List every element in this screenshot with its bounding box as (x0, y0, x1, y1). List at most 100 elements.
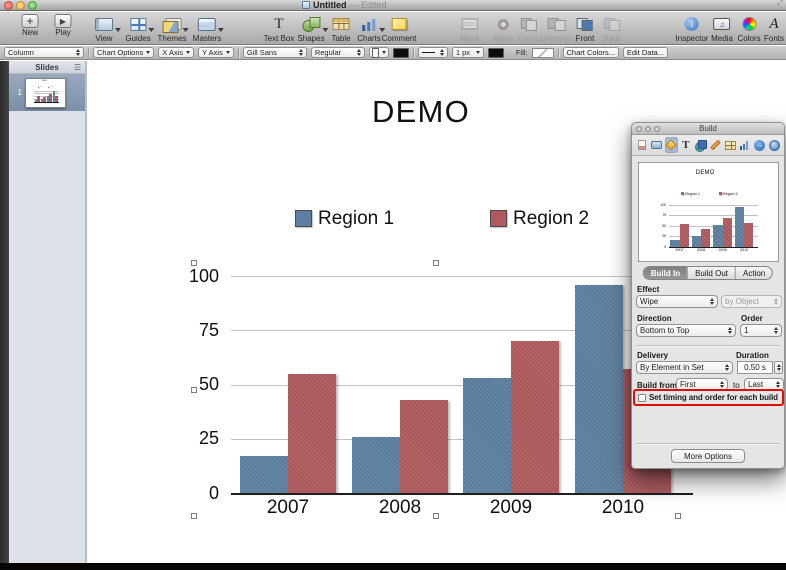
chart-type-popup[interactable]: Column (4, 47, 84, 58)
duration-stepper[interactable] (774, 361, 783, 374)
media-icon (713, 18, 730, 30)
text-color-well[interactable] (369, 47, 389, 58)
fonts-button[interactable]: Fonts (764, 14, 784, 43)
font-style-popup[interactable]: Regular (311, 47, 365, 58)
metrics-inspector-icon[interactable] (709, 137, 722, 153)
y-tick-label: 75 (173, 320, 219, 341)
chart-bar (692, 236, 701, 247)
masters-button[interactable]: Masters (193, 14, 221, 43)
document-inspector-icon[interactable] (635, 137, 648, 153)
table-inspector-icon[interactable] (724, 137, 737, 153)
more-options-button[interactable]: More Options (671, 449, 745, 463)
order-popup[interactable]: 1 (740, 324, 782, 337)
chart-title[interactable]: DEMO (372, 94, 470, 130)
font-family-popup[interactable]: Gill Sans (243, 47, 307, 58)
view-button[interactable]: View (95, 14, 113, 43)
tab-action[interactable]: Action (736, 267, 772, 279)
new-slide-icon (22, 14, 39, 28)
view-icon (95, 18, 113, 31)
close-window-button[interactable] (636, 126, 642, 132)
graphic-inspector-icon[interactable] (694, 137, 707, 153)
comment-button[interactable]: Comment (382, 14, 417, 43)
charts-icon (361, 18, 377, 31)
chart-bar[interactable] (400, 400, 448, 493)
mask-button: Mask (460, 14, 479, 43)
text-box-button[interactable]: Text Box (264, 14, 295, 43)
y-axis-button[interactable]: Y Axis (198, 47, 234, 58)
chart-bar[interactable] (352, 437, 400, 493)
inspector-title-bar[interactable]: Build (632, 123, 784, 135)
set-timing-checkbox[interactable] (638, 394, 646, 402)
chart-bar (680, 224, 689, 247)
selection-handle[interactable] (191, 513, 197, 519)
fill-color-well[interactable] (532, 48, 554, 58)
slide-thumbnail-row[interactable]: 1 DEMORegion 1Region 2025507510020072008… (9, 74, 85, 111)
selection-handle[interactable] (433, 260, 439, 266)
new-button[interactable]: New (22, 14, 39, 37)
annotation-highlight-box: Set timing and order for each build (633, 389, 784, 406)
direction-popup[interactable]: Bottom to Top (636, 324, 736, 337)
chart-bar[interactable] (511, 341, 559, 493)
duration-field[interactable]: 0.50 s (737, 361, 773, 374)
slide-thumbnail[interactable]: DEMORegion 1Region 202550751002007200820… (25, 78, 66, 108)
line-style-popup[interactable] (418, 47, 448, 58)
toolbar-widget-icon[interactable]: ⤢ (777, 0, 783, 8)
slide-inspector-icon[interactable] (650, 137, 663, 153)
inspector-button[interactable]: Inspector (676, 14, 709, 43)
text-inspector-icon[interactable] (679, 137, 692, 153)
colors-button[interactable]: Colors (737, 14, 760, 43)
selection-handle[interactable] (191, 387, 197, 393)
stroke-width-popup[interactable]: 1 px (452, 47, 484, 58)
tab-build-in[interactable]: Build In (644, 267, 688, 279)
stroke-color-well[interactable] (488, 48, 504, 58)
bring-to-front-icon (577, 18, 593, 31)
tab-build-out[interactable]: Build Out (688, 267, 736, 279)
close-window-button[interactable] (4, 1, 13, 10)
legend-label[interactable]: Region 1 (318, 208, 394, 230)
x-axis-line (34, 102, 59, 103)
selection-handle[interactable] (675, 513, 681, 519)
legend-swatch (681, 192, 684, 195)
guides-icon (130, 18, 146, 31)
build-inspector-icon[interactable] (665, 137, 678, 153)
legend-label[interactable]: Region 2 (513, 208, 589, 230)
slide-number: 1 (12, 88, 22, 97)
selection-handle[interactable] (191, 260, 197, 266)
chart-colors-button[interactable]: Chart Colors... (563, 47, 619, 58)
chart-bar[interactable] (575, 285, 623, 493)
play-button[interactable]: Play (55, 14, 72, 37)
alpha-button: Alpha (493, 14, 513, 43)
order-label: Order (741, 314, 763, 323)
x-tick-label: 2010 (573, 497, 673, 519)
charts-button[interactable]: Charts (357, 14, 381, 43)
zoom-window-button[interactable] (654, 126, 660, 132)
text-color-black-well[interactable] (393, 48, 409, 58)
table-button[interactable]: Table (331, 14, 350, 43)
chevron-down-icon (186, 51, 190, 54)
legend-swatch[interactable] (490, 210, 507, 227)
legend-swatch[interactable] (295, 210, 312, 227)
delivery-popup[interactable]: By Element in Set (636, 361, 733, 374)
minimize-window-button[interactable] (645, 126, 651, 132)
selection-handle[interactable] (433, 513, 439, 519)
chart-bar[interactable] (240, 456, 288, 493)
navigator-options-icon[interactable]: ☰ (74, 63, 81, 72)
chart-options-button[interactable]: Chart Options (93, 47, 154, 58)
effect-popup[interactable]: Wipe (636, 295, 718, 308)
chart-inspector-icon[interactable] (738, 137, 751, 153)
minimize-window-button[interactable] (16, 1, 25, 10)
x-axis-button[interactable]: X Axis (158, 47, 194, 58)
themes-button[interactable]: Themes (158, 14, 187, 43)
chart-bar[interactable] (288, 374, 336, 493)
window-title: Untitled — Edited (302, 0, 387, 10)
alpha-icon (498, 19, 509, 30)
chart-bar[interactable] (463, 378, 511, 493)
shapes-button[interactable]: Shapes (297, 14, 324, 43)
edit-data-button[interactable]: Edit Data... (623, 47, 668, 58)
front-button[interactable]: Front (576, 14, 595, 43)
guides-button[interactable]: Guides (125, 14, 150, 43)
media-button[interactable]: Media (711, 14, 733, 43)
hyperlink-inspector-icon[interactable] (753, 137, 766, 153)
quicktime-inspector-icon[interactable] (768, 137, 781, 153)
zoom-window-button[interactable] (28, 1, 37, 10)
